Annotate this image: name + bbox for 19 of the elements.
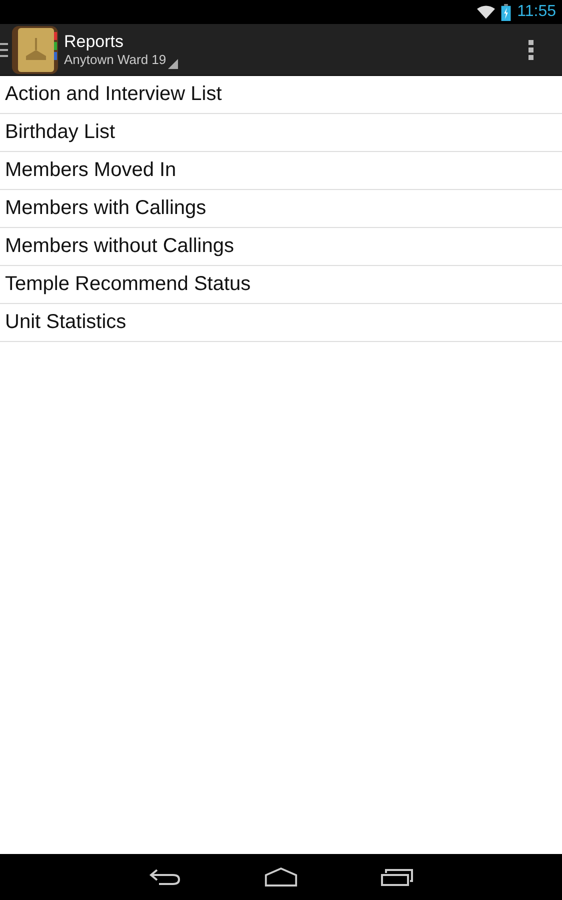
report-item[interactable]: Action and Interview List bbox=[0, 76, 562, 114]
recent-apps-icon[interactable] bbox=[380, 867, 414, 887]
clock-time: 11:55 bbox=[517, 3, 556, 21]
report-item[interactable]: Members without Callings bbox=[0, 228, 562, 266]
overflow-menu-icon[interactable] bbox=[528, 40, 534, 60]
wifi-icon bbox=[477, 4, 496, 20]
report-item[interactable]: Members with Callings bbox=[0, 190, 562, 228]
book-icon[interactable] bbox=[12, 26, 58, 74]
battery-icon bbox=[501, 4, 512, 20]
menu-icon[interactable] bbox=[0, 42, 8, 56]
report-item[interactable]: Members Moved In bbox=[0, 152, 562, 190]
report-item[interactable]: Birthday List bbox=[0, 114, 562, 152]
report-item[interactable]: Unit Statistics bbox=[0, 304, 562, 342]
report-item[interactable]: Temple Recommend Status bbox=[0, 266, 562, 304]
dropdown-corner-icon bbox=[168, 59, 178, 69]
home-icon[interactable] bbox=[264, 867, 298, 887]
unit-selector[interactable]: Anytown Ward 19 bbox=[64, 52, 178, 67]
screen-title: Reports bbox=[64, 32, 125, 52]
back-icon[interactable] bbox=[148, 867, 182, 887]
